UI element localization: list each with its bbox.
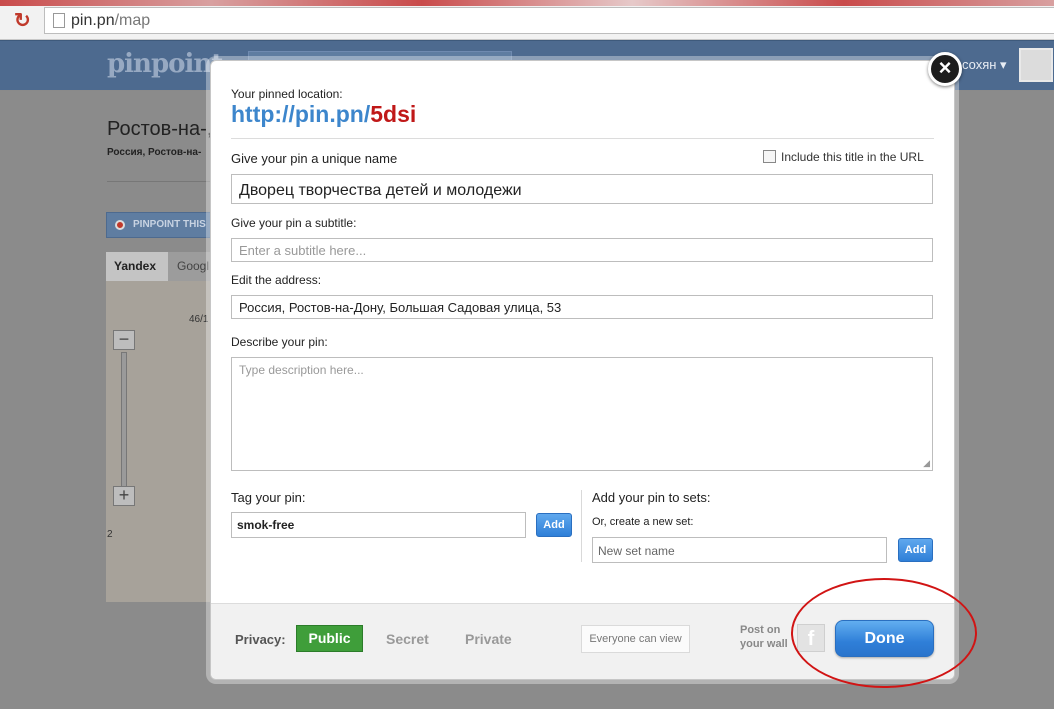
page-title: Ростов-на-,	[107, 118, 213, 140]
tag-label: Tag your pin:	[231, 490, 306, 505]
visibility-note: Everyone can view	[581, 625, 690, 653]
privacy-public-button[interactable]: Public	[296, 625, 363, 652]
resize-handle-icon[interactable]: ◢	[923, 458, 930, 469]
subtitle-placeholder: Enter a subtitle here...	[239, 243, 367, 258]
description-textarea[interactable]: Type description here... ◢	[231, 357, 933, 471]
pin-name-input[interactable]: Дворец творчества детей и молодежи	[231, 174, 933, 204]
map-zoom-control: − +	[113, 330, 135, 510]
user-avatar[interactable]	[1019, 48, 1053, 82]
map-label: 2	[107, 529, 113, 540]
divider	[231, 138, 934, 139]
zoom-out-button[interactable]: −	[113, 330, 135, 350]
done-button[interactable]: Done	[835, 620, 934, 657]
address-input[interactable]: Россия, Ростов-на-Дону, Большая Садовая …	[231, 295, 933, 319]
include-title-label: Include this title in the URL	[781, 150, 924, 164]
user-menu[interactable]: сохян ▾	[962, 57, 1007, 73]
privacy-private-button[interactable]: Private	[465, 631, 512, 647]
privacy-label: Privacy:	[235, 632, 286, 647]
pinpoint-this-button[interactable]: PINPOINT THIS	[106, 212, 216, 238]
include-title-checkbox[interactable]	[763, 150, 776, 163]
address-bar-url: pin.pn/map	[71, 12, 151, 29]
tab-strip	[0, 0, 1054, 6]
pin-name-label: Give your pin a unique name	[231, 151, 398, 166]
add-tag-button[interactable]: Add	[536, 513, 572, 537]
post-on-wall-label: Post on your wall	[740, 624, 788, 650]
reload-icon[interactable]: ↻	[14, 10, 36, 32]
subtitle-input[interactable]: Enter a subtitle here...	[231, 238, 933, 262]
pin-url[interactable]: http://pin.pn/5dsi	[231, 101, 416, 128]
page-icon	[53, 13, 65, 28]
description-placeholder: Type description here...	[239, 363, 364, 377]
site-logo[interactable]: pinpoint	[107, 49, 223, 79]
divider	[107, 181, 217, 182]
privacy-secret-button[interactable]: Secret	[386, 631, 429, 647]
facebook-icon[interactable]: f	[797, 624, 825, 652]
new-set-placeholder: New set name	[598, 544, 675, 558]
description-label: Describe your pin:	[231, 335, 328, 349]
zoom-slider[interactable]	[121, 352, 127, 488]
map-provider-tabs: Yandex Googl	[106, 252, 216, 281]
address-label: Edit the address:	[231, 273, 322, 287]
address-value: Россия, Ростов-на-Дону, Большая Садовая …	[239, 300, 562, 315]
tab-yandex[interactable]: Yandex	[106, 252, 168, 281]
subtitle-label: Give your pin a subtitle:	[231, 216, 357, 230]
page-subtitle: Россия, Ростов-на-	[107, 147, 202, 158]
divider	[581, 490, 582, 562]
include-title-checkbox-row[interactable]: Include this title in the URL	[763, 150, 924, 164]
zoom-in-button[interactable]: +	[113, 486, 135, 506]
pinned-location-label: Your pinned location:	[231, 87, 343, 101]
tag-value: smok-free	[237, 518, 295, 532]
record-icon	[115, 220, 125, 230]
add-set-button[interactable]: Add	[898, 538, 933, 562]
new-set-input[interactable]: New set name	[592, 537, 887, 563]
sets-label: Add your pin to sets:	[592, 490, 711, 505]
tab-google[interactable]: Googl	[169, 252, 216, 281]
tag-input[interactable]: smok-free	[231, 512, 526, 538]
map-label: 46/1	[189, 314, 209, 325]
address-bar[interactable]: pin.pn/map	[44, 7, 1054, 34]
browser-toolbar: ↻ pin.pn/map	[0, 0, 1054, 40]
pin-name-value: Дворец творчества детей и молодежи	[239, 182, 522, 199]
close-icon[interactable]: ×	[928, 52, 962, 86]
new-set-label: Or, create a new set:	[592, 516, 694, 528]
